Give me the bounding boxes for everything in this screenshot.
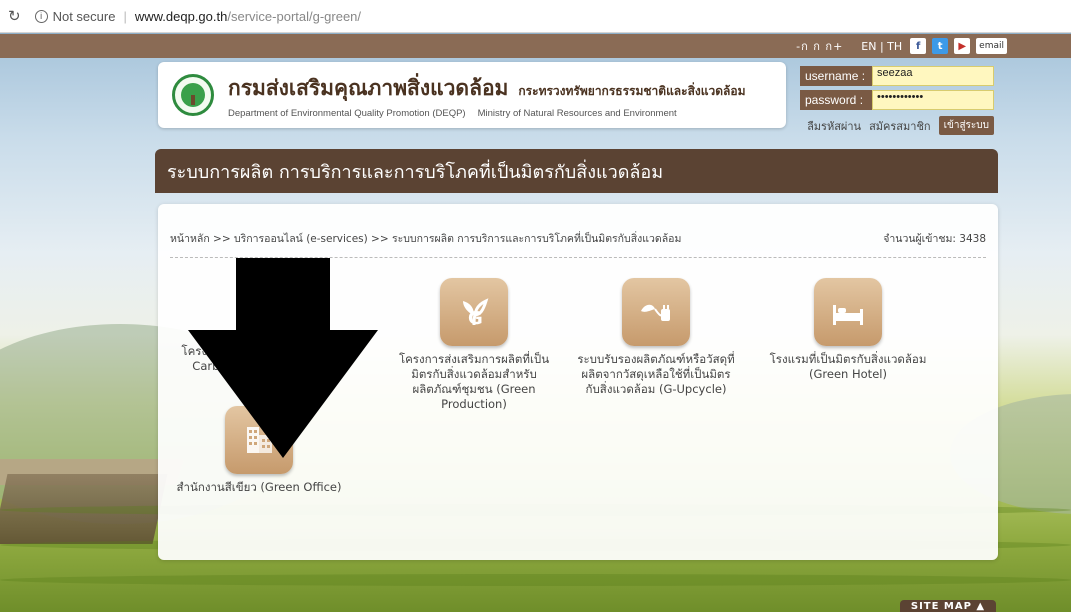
- login-button[interactable]: เข้าสู่ระบบ: [938, 116, 994, 135]
- sitemap-button[interactable]: SITE MAP ▲: [900, 600, 996, 612]
- service-tile-green-hotel[interactable]: โรงแรมที่เป็นมิตรกับสิ่งแวดล้อม (Green H…: [768, 278, 928, 382]
- ministry-name-th: กระทรวงทรัพยากรธรรมชาติและสิ่งแวดล้อม: [518, 83, 746, 98]
- visitor-count: จำนวนผู้เข้าชม: 3438: [883, 233, 986, 245]
- font-size-controls[interactable]: -ก ก ก+: [796, 37, 843, 55]
- page-title: ระบบการผลิต การบริการและการบริโภคที่เป็น…: [167, 161, 664, 183]
- tile-label: ระบบรับรองผลิตภัณฑ์หรือวัสดุที่ผลิตจากวั…: [577, 352, 735, 396]
- password-label: password :: [800, 90, 872, 110]
- ministry-name-en: Ministry of Natural Resources and Enviro…: [477, 107, 677, 119]
- breadcrumb[interactable]: หน้าหลัก >> บริการออนไลน์ (e-services) >…: [170, 230, 681, 247]
- annotation-arrow: [188, 258, 378, 458]
- top-utility-bar: -ก ก ก+ EN | TH f t ▶ email: [0, 34, 1071, 58]
- facebook-icon[interactable]: f: [910, 38, 927, 54]
- g-leaf-icon: G: [440, 278, 508, 346]
- register-link[interactable]: สมัครสมาชิก: [869, 117, 931, 135]
- org-name-en: Department of Environmental Quality Prom…: [228, 107, 466, 119]
- bed-icon: [814, 278, 882, 346]
- language-switch[interactable]: EN | TH: [861, 40, 902, 53]
- reload-icon[interactable]: ↻: [8, 7, 21, 25]
- service-tile-g-upcycle[interactable]: ระบบรับรองผลิตภัณฑ์หรือวัสดุที่ผลิตจากวั…: [576, 278, 736, 397]
- svg-text:G: G: [468, 308, 483, 329]
- site-header: กรมส่งเสริมคุณภาพสิ่งแวดล้อม กระทรวงทรัพ…: [158, 62, 786, 128]
- url-field[interactable]: www.deqp.go.th/service-portal/g-green/: [135, 9, 361, 24]
- tile-label: สำนักงานสีเขียว (Green Office): [176, 480, 342, 494]
- address-separator: |: [123, 8, 127, 24]
- youtube-icon[interactable]: ▶: [954, 38, 971, 54]
- twitter-icon[interactable]: t: [932, 38, 949, 54]
- username-label: username :: [800, 66, 872, 86]
- deqp-logo[interactable]: [172, 74, 214, 116]
- plug-leaf-icon: [622, 278, 690, 346]
- info-icon[interactable]: i: [34, 9, 48, 23]
- tile-label: โรงแรมที่เป็นมิตรกับสิ่งแวดล้อม (Green H…: [769, 352, 927, 381]
- page-title-bar: ระบบการผลิต การบริการและการบริโภคที่เป็น…: [155, 149, 998, 193]
- security-label[interactable]: Not secure: [53, 9, 116, 24]
- password-field[interactable]: ••••••••••••: [872, 90, 994, 110]
- forgot-password-link[interactable]: ลืมรหัสผ่าน: [807, 117, 861, 135]
- browser-address-bar: ↻ i Not secure | www.deqp.go.th/service-…: [0, 0, 1071, 33]
- login-form: username : seezaa password : •••••••••••…: [800, 66, 994, 135]
- service-tile-green-production[interactable]: G โครงการส่งเสริมการผลิตที่เป็นมิตรกับสิ…: [394, 278, 554, 412]
- org-name-th: กรมส่งเสริมคุณภาพสิ่งแวดล้อม: [228, 75, 509, 100]
- username-field[interactable]: seezaa: [872, 66, 994, 86]
- tile-label: โครงการส่งเสริมการผลิตที่เป็นมิตรกับสิ่ง…: [398, 352, 550, 411]
- email-icon[interactable]: email: [976, 38, 1007, 54]
